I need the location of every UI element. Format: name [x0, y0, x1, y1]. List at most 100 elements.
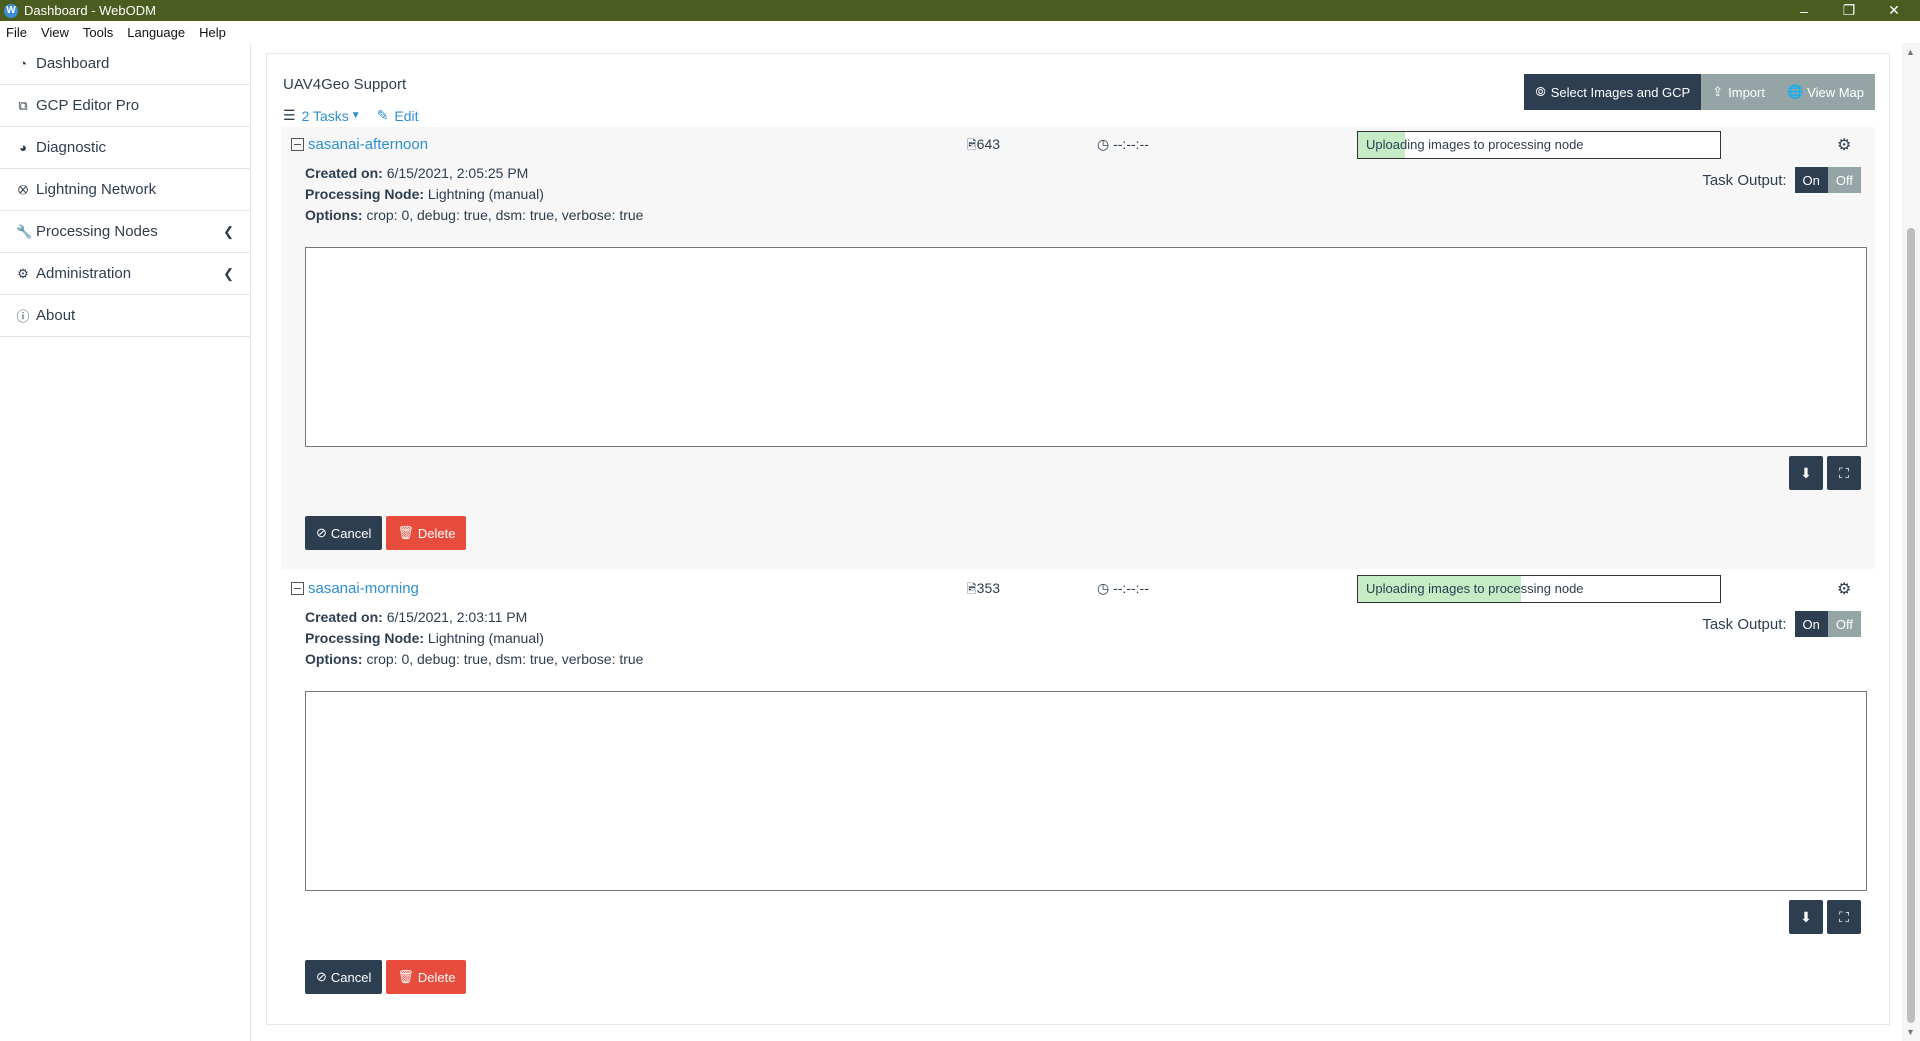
task-item: sasanai-morning 🖻353 ◷ --:--:-- Uploadin… — [281, 571, 1875, 1011]
status-progress-bar: Uploading images to processing node — [1357, 131, 1721, 159]
bolt-icon: ⭙ — [17, 181, 29, 197]
tasks-toggle-link[interactable]: 2 Tasks — [302, 108, 349, 124]
options-row: Options: crop: 0, debug: true, dsm: true… — [305, 649, 1875, 670]
caret-down-icon[interactable]: ▼ — [351, 110, 361, 121]
task-details: Created on: 6/15/2021, 2:03:11 PM Proces… — [281, 607, 1875, 670]
gears-icon: ⚙ — [17, 265, 29, 281]
task-name-link[interactable]: sasanai-afternoon — [291, 136, 428, 153]
sidebar-item-gcp-editor-pro[interactable]: ⧉ GCP Editor Pro — [0, 85, 250, 127]
minimize-icon[interactable]: – — [1784, 0, 1824, 21]
trash-icon: 🗑 — [397, 969, 414, 984]
task-header-row: sasanai-afternoon 🖻643 ◷ --:--:-- Upload… — [281, 127, 1875, 163]
sidebar-item-label: Processing Nodes — [36, 223, 158, 240]
task-duration: ◷ --:--:-- — [1097, 136, 1149, 153]
select-images-button[interactable]: ⦾ Select Images and GCP — [1524, 74, 1702, 110]
task-name[interactable]: sasanai-morning — [308, 580, 419, 597]
project-links: ☰ 2 Tasks ▼ ✎ Edit — [283, 107, 419, 124]
console-tools: ⬇ ⛶ — [1785, 456, 1861, 490]
sidebar-item-label: Lightning Network — [36, 181, 157, 198]
fullscreen-icon[interactable]: ⛶ — [1827, 456, 1861, 490]
project-button-group: ⦾ Select Images and GCP ⇪ Import 🌐 View … — [1524, 74, 1875, 110]
task-output-off[interactable]: Off — [1827, 611, 1861, 637]
sidebar-item-label: Diagnostic — [36, 139, 107, 156]
task-actions: ⊘ Cancel 🗑 Delete — [305, 960, 470, 994]
collapse-icon[interactable] — [291, 582, 304, 595]
image-count-value: 353 — [976, 580, 1001, 596]
created-on-label: Created on: — [305, 165, 383, 181]
download-icon[interactable]: ⬇ — [1789, 900, 1823, 934]
gear-icon[interactable]: ⚙ — [1837, 579, 1851, 599]
sidebar-item-dashboard[interactable]: ◔ Dashboard — [0, 43, 250, 85]
import-label: Import — [1728, 84, 1765, 100]
wrench-icon: 🔧 — [16, 223, 33, 239]
options-label: Options: — [305, 651, 363, 667]
task-list-icon: ☰ — [283, 107, 296, 123]
restore-icon[interactable]: ❐ — [1829, 0, 1869, 21]
fullscreen-icon[interactable]: ⛶ — [1827, 900, 1861, 934]
close-icon[interactable]: ✕ — [1874, 0, 1914, 21]
created-on-row: Created on: 6/15/2021, 2:03:11 PM — [305, 607, 1875, 628]
scroll-up-icon[interactable]: ▲ — [1906, 47, 1915, 57]
image-count: 🖻643 — [967, 136, 1000, 157]
gear-icon[interactable]: ⚙ — [1837, 135, 1851, 155]
download-icon[interactable]: ⬇ — [1789, 456, 1823, 490]
cancel-icon: ⊘ — [316, 525, 327, 540]
edit-icon[interactable]: ✎ — [377, 107, 389, 124]
task-name[interactable]: sasanai-afternoon — [308, 136, 428, 153]
cancel-label: Cancel — [330, 969, 372, 985]
sidebar-item-about[interactable]: ⓘ About — [0, 295, 250, 337]
sidebar-item-label: About — [36, 307, 76, 324]
processing-node-value: Lightning (manual) — [427, 630, 544, 646]
menu-file[interactable]: File — [6, 25, 27, 40]
menu-language[interactable]: Language — [127, 25, 185, 40]
external-link-icon: ⧉ — [18, 97, 28, 113]
scrollbar-thumb[interactable] — [1907, 228, 1915, 1023]
created-on-label: Created on: — [305, 609, 383, 625]
task-output-control: Task Output: On Off — [1702, 167, 1861, 193]
task-output-on[interactable]: On — [1794, 167, 1828, 193]
sidebar-item-diagnostic[interactable]: ◕ Diagnostic — [0, 127, 250, 169]
window-title: Dashboard - WebODM — [24, 3, 156, 18]
menu-tools[interactable]: Tools — [83, 25, 113, 40]
processing-node-label: Processing Node: — [305, 186, 425, 202]
view-map-label: View Map — [1807, 84, 1864, 100]
created-on-row: Created on: 6/15/2021, 2:05:25 PM — [305, 163, 1875, 184]
view-map-button[interactable]: 🌐 View Map — [1775, 74, 1875, 110]
created-on-value: 6/15/2021, 2:05:25 PM — [386, 165, 529, 181]
main-content: UAV4Geo Support ☰ 2 Tasks ▼ ✎ Edit ⦾ Sel… — [266, 43, 1890, 1025]
task-console-output[interactable] — [305, 691, 1867, 891]
menu-help[interactable]: Help — [199, 25, 226, 40]
cancel-button[interactable]: ⊘ Cancel — [305, 516, 383, 550]
options-label: Options: — [305, 207, 363, 223]
cancel-label: Cancel — [330, 525, 372, 541]
image-count-value: 643 — [976, 136, 1001, 152]
clock-icon: ◷ — [1097, 580, 1110, 596]
task-output-toggle[interactable]: On Off — [1794, 167, 1861, 193]
sidebar-item-label: Administration — [36, 265, 132, 282]
sidebar-item-processing-nodes[interactable]: 🔧 Processing Nodes ❮ — [0, 211, 250, 253]
menu-view[interactable]: View — [41, 25, 69, 40]
scroll-down-icon[interactable]: ▼ — [1906, 1027, 1915, 1037]
task-output-off[interactable]: Off — [1827, 167, 1861, 193]
delete-button[interactable]: 🗑 Delete — [386, 516, 467, 550]
sidebar-item-label: GCP Editor Pro — [36, 97, 140, 114]
sidebar-item-administration[interactable]: ⚙ Administration ❮ — [0, 253, 250, 295]
task-console-output[interactable] — [305, 247, 1867, 447]
delete-label: Delete — [417, 525, 456, 541]
delete-button[interactable]: 🗑 Delete — [386, 960, 467, 994]
page-scrollbar[interactable]: ▲ ▼ — [1902, 43, 1920, 1041]
image-icon: 🖻 — [967, 138, 977, 152]
created-on-value: 6/15/2021, 2:03:11 PM — [386, 609, 528, 625]
status-text: Uploading images to processing node — [1366, 137, 1584, 152]
task-output-toggle[interactable]: On Off — [1794, 611, 1861, 637]
task-name-link[interactable]: sasanai-morning — [291, 580, 419, 597]
task-item: sasanai-afternoon 🖻643 ◷ --:--:-- Upload… — [281, 127, 1875, 569]
task-header-row: sasanai-morning 🖻353 ◷ --:--:-- Uploadin… — [281, 571, 1875, 607]
edit-link[interactable]: Edit — [394, 108, 418, 124]
import-button[interactable]: ⇪ Import — [1701, 74, 1776, 110]
processing-node-label: Processing Node: — [305, 630, 425, 646]
task-output-on[interactable]: On — [1794, 611, 1828, 637]
collapse-icon[interactable] — [291, 138, 304, 151]
cancel-button[interactable]: ⊘ Cancel — [305, 960, 383, 994]
sidebar-item-lightning-network[interactable]: ⭙ Lightning Network — [0, 169, 250, 211]
